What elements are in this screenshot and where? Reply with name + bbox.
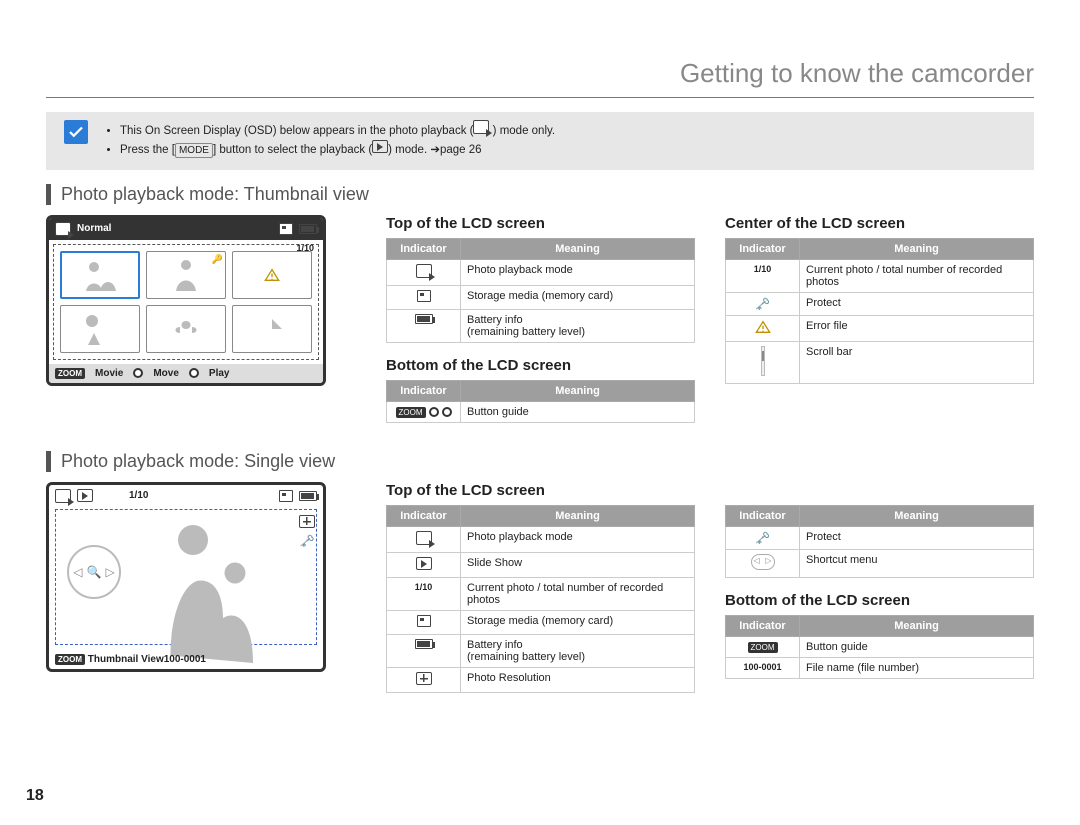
- thumb-5: [146, 305, 226, 353]
- card-icon: [279, 223, 293, 235]
- move-icon: [133, 368, 143, 378]
- photo-mode-icon: [416, 264, 432, 278]
- thumb-6: [232, 305, 312, 353]
- warning-icon: [755, 320, 771, 334]
- check-icon: [64, 120, 88, 144]
- top-lcd-heading-2: Top of the LCD screen: [386, 482, 695, 499]
- thumb-1: [60, 251, 140, 299]
- thumb-2: 🔑: [146, 251, 226, 299]
- card-icon: [417, 290, 431, 302]
- photo-mode-icon: [55, 489, 71, 503]
- key-icon: 🗝️: [755, 531, 770, 545]
- play-icon: [189, 368, 199, 378]
- key-icon: 🗝️: [300, 534, 315, 548]
- table-bottom-lcd-2: IndicatorMeaning ZOOMButton guide 100-00…: [725, 615, 1034, 679]
- page-number: 18: [26, 787, 44, 805]
- photo-mode-icon: [473, 120, 489, 134]
- top-lcd-heading: Top of the LCD screen: [386, 215, 695, 232]
- battery-icon: [299, 491, 317, 501]
- resolution-icon: [416, 672, 432, 685]
- silhouette-icon: [133, 513, 283, 663]
- table-top-lcd-2a: IndicatorMeaning Photo playback mode Sli…: [386, 505, 695, 693]
- lcd-single-view: 1/10 🗝️ ◁🔍▷ ZOOM Thumbnail View 100-0001: [46, 482, 326, 672]
- zoom-chip: ZOOM: [748, 642, 778, 653]
- scrollbar-icon: [761, 346, 765, 376]
- playback-icon: [372, 140, 388, 153]
- section-thumbnail-heading: Photo playback mode: Thumbnail view: [46, 184, 1034, 205]
- table-top-lcd-2b: IndicatorMeaning 🗝️Protect Shortcut menu: [725, 505, 1034, 578]
- zoom-chip: ZOOM: [55, 368, 85, 379]
- key-icon: 🗝️: [755, 297, 770, 311]
- zoom-chip: ZOOM: [396, 407, 426, 418]
- key-icon: 🔑: [212, 254, 223, 265]
- zoom-chip: ZOOM: [55, 654, 85, 665]
- table-top-lcd: IndicatorMeaning Photo playback mode Sto…: [386, 238, 695, 343]
- thumb-3: [232, 251, 312, 299]
- shortcut-ring-icon: [751, 554, 775, 570]
- mode-label: Normal: [77, 223, 111, 234]
- section-single-heading: Photo playback mode: Single view: [46, 451, 1034, 472]
- photo-mode-icon: [416, 531, 432, 545]
- note-line-2: Press the [MODE] button to select the pl…: [120, 140, 1024, 159]
- table-bottom-lcd: IndicatorMeaning ZOOMButton guide: [386, 380, 695, 423]
- photo-count: 1/10: [129, 490, 148, 501]
- page-title: Getting to know the camcorder: [46, 58, 1034, 89]
- center-lcd-heading: Center of the LCD screen: [725, 215, 1034, 232]
- thumb-4: [60, 305, 140, 353]
- bottom-lcd-heading: Bottom of the LCD screen: [386, 357, 695, 374]
- card-icon: [279, 490, 293, 502]
- photo-mode-icon: [55, 222, 71, 236]
- card-icon: [417, 615, 431, 627]
- warning-icon: [264, 268, 280, 282]
- table-center-lcd: IndicatorMeaning 1/10Current photo / tot…: [725, 238, 1034, 384]
- resolution-icon: [299, 515, 315, 528]
- battery-icon: [415, 314, 433, 324]
- mode-button-label: MODE: [175, 143, 213, 158]
- divider: [46, 97, 1034, 98]
- battery-icon: [299, 224, 317, 234]
- note-line-1: This On Screen Display (OSD) below appea…: [120, 120, 1024, 140]
- battery-icon: [415, 639, 433, 649]
- slideshow-icon: [77, 489, 93, 502]
- lcd-thumbnail-view: Normal 1/10 🔑 ZOOM Movie Move Play: [46, 215, 326, 386]
- bottom-lcd-heading-2: Bottom of the LCD screen: [725, 592, 1034, 609]
- note-box: This On Screen Display (OSD) below appea…: [46, 112, 1034, 170]
- shortcut-ring: ◁🔍▷: [67, 545, 121, 599]
- file-number: 100-0001: [164, 654, 206, 665]
- slideshow-icon: [416, 557, 432, 570]
